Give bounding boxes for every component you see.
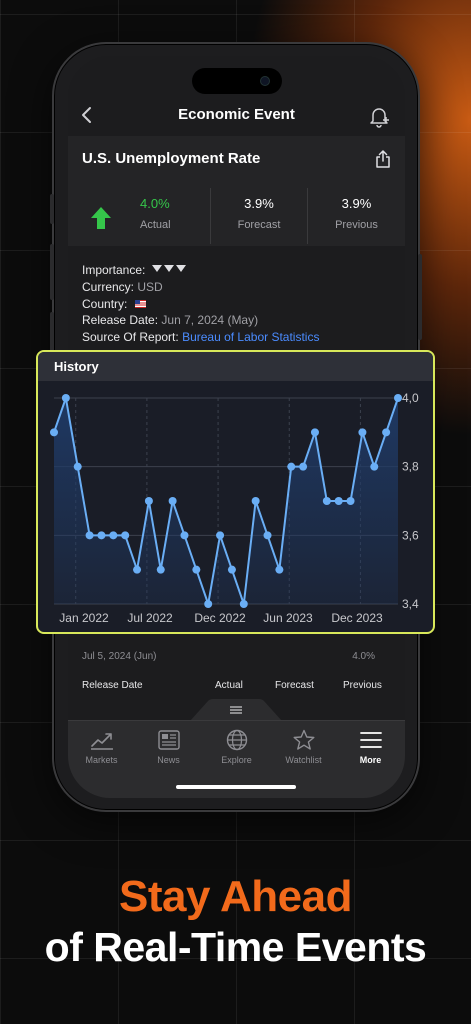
data-point bbox=[156, 565, 165, 574]
data-point bbox=[263, 531, 272, 540]
tab-more-label: More bbox=[359, 755, 382, 765]
data-point bbox=[109, 531, 118, 540]
data-point bbox=[85, 531, 94, 540]
stat-forecast: 3.9% Forecast bbox=[210, 188, 307, 244]
dynamic-island bbox=[192, 68, 282, 94]
data-point bbox=[322, 497, 331, 505]
country-label: Country: bbox=[82, 296, 128, 311]
previous-label: Previous bbox=[335, 219, 378, 231]
data-point bbox=[121, 531, 130, 540]
data-point bbox=[299, 462, 308, 471]
nav-bar: Economic Event bbox=[68, 100, 405, 132]
menu-icon bbox=[359, 732, 382, 748]
source-label: Source Of Report: bbox=[82, 330, 179, 345]
tab-watchlist[interactable]: Watchlist bbox=[270, 729, 337, 765]
actual-value: 4.0% bbox=[140, 196, 170, 211]
drawer-handle[interactable] bbox=[190, 699, 282, 721]
data-point bbox=[287, 462, 296, 471]
x-tick-label: Dec 2022 bbox=[194, 611, 246, 625]
source-link[interactable]: Bureau of Labor Statistics bbox=[182, 330, 319, 344]
x-tick-label: Dec 2023 bbox=[331, 611, 383, 625]
importance-bull-icons bbox=[151, 265, 186, 272]
globe-icon bbox=[226, 729, 247, 751]
data-point bbox=[370, 462, 379, 471]
x-tick-label: Jul 2022 bbox=[127, 611, 173, 625]
home-indicator bbox=[176, 785, 296, 789]
data-point bbox=[133, 565, 142, 574]
tab-explore[interactable]: Explore bbox=[203, 729, 270, 765]
currency-label: Currency: bbox=[82, 279, 135, 294]
data-point bbox=[334, 497, 343, 505]
data-point bbox=[310, 428, 319, 437]
stat-actual: 4.0% Actual bbox=[68, 188, 210, 244]
headline-line-1: Stay Ahead bbox=[118, 872, 353, 921]
col-release-date: Release Date bbox=[82, 680, 143, 691]
forecast-label: Forecast bbox=[237, 219, 281, 231]
bell-add-icon[interactable] bbox=[367, 104, 391, 128]
actual-label: Actual bbox=[140, 219, 171, 231]
history-card: History 4,0 3,8 3,6 3,4 Jan 2022 Jul 2022 Dec … bbox=[36, 350, 435, 634]
event-title: U.S. Unemployment Rate bbox=[82, 150, 261, 167]
arrow-up-icon bbox=[91, 207, 111, 229]
data-point bbox=[251, 497, 260, 505]
data-point bbox=[227, 565, 236, 574]
release-date-value: Jun 7, 2024 (May) bbox=[161, 313, 259, 328]
stat-previous: 3.9% Previous bbox=[307, 188, 405, 244]
history-chart[interactable]: 4,0 3,8 3,6 3,4 Jan 2022 Jul 2022 Dec 2022 Jun … bbox=[38, 381, 433, 632]
tab-markets[interactable]: Markets bbox=[68, 729, 135, 765]
col-previous: Previous bbox=[343, 680, 382, 691]
history-row-date: Jul 5, 2024 (Jun) bbox=[82, 651, 157, 662]
forecast-value: 3.9% bbox=[244, 196, 274, 211]
data-point bbox=[168, 497, 177, 505]
share-icon[interactable] bbox=[375, 150, 391, 168]
data-point bbox=[382, 428, 391, 437]
data-point bbox=[216, 531, 225, 540]
data-point bbox=[50, 428, 58, 437]
tab-news-label: News bbox=[157, 755, 180, 765]
data-point bbox=[61, 394, 70, 402]
headline-line-2: of Real-Time Events bbox=[44, 924, 427, 970]
x-tick-label: Jan 2022 bbox=[59, 611, 109, 625]
us-flag-icon bbox=[134, 299, 146, 308]
importance-label: Importance: bbox=[82, 263, 146, 277]
newspaper-icon bbox=[157, 730, 180, 750]
history-row-value: 4.0% bbox=[352, 651, 375, 662]
event-card: U.S. Unemployment Rate 4.0% Actual 3.9% … bbox=[68, 136, 405, 246]
tab-explore-label: Explore bbox=[221, 755, 252, 765]
tab-more[interactable]: More bbox=[337, 729, 404, 765]
chart-trend-icon bbox=[90, 733, 113, 750]
data-point bbox=[204, 600, 213, 608]
release-date-label: Release Date: bbox=[82, 313, 159, 328]
tab-markets-label: Markets bbox=[85, 755, 118, 765]
data-point bbox=[394, 394, 402, 402]
data-point bbox=[73, 462, 82, 471]
previous-value: 3.9% bbox=[341, 196, 372, 211]
event-details: Importance: Currency: USD Country: Relea… bbox=[82, 262, 319, 346]
tab-news[interactable]: News bbox=[135, 729, 202, 765]
data-point bbox=[97, 531, 106, 540]
data-point bbox=[192, 565, 201, 574]
history-header: History bbox=[38, 352, 433, 381]
x-tick-label: Jun 2023 bbox=[263, 611, 313, 625]
data-point bbox=[144, 497, 153, 505]
y-tick-label: 3,8 bbox=[402, 460, 419, 474]
history-title: History bbox=[54, 359, 99, 374]
data-point bbox=[346, 497, 355, 505]
currency-value: USD bbox=[137, 279, 163, 294]
y-tick-label: 3,4 bbox=[402, 597, 419, 611]
data-point bbox=[358, 428, 367, 437]
y-tick-label: 4,0 bbox=[402, 391, 419, 405]
col-forecast: Forecast bbox=[275, 680, 314, 691]
data-point bbox=[275, 565, 284, 574]
tab-watchlist-label: Watchlist bbox=[285, 755, 322, 765]
y-tick-label: 3,6 bbox=[402, 528, 419, 542]
star-icon bbox=[293, 729, 314, 750]
nav-title: Economic Event bbox=[178, 106, 295, 123]
stats-row: 4.0% Actual 3.9% Forecast 3.9% Previous bbox=[68, 188, 405, 244]
data-point bbox=[180, 531, 189, 540]
col-actual: Actual bbox=[215, 680, 243, 691]
data-point bbox=[239, 600, 248, 608]
